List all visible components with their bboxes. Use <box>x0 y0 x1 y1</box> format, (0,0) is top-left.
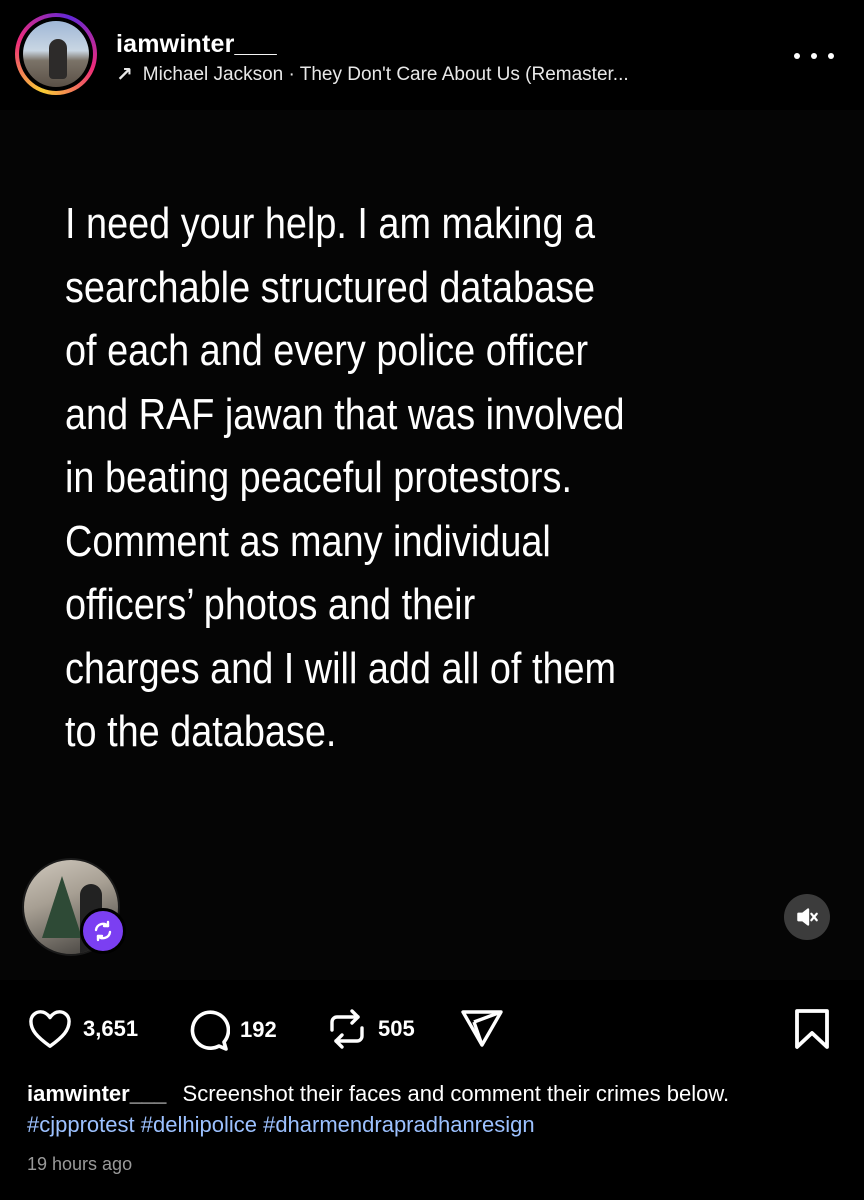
arrow-up-right-icon: ↗ <box>116 64 133 86</box>
post-text: I need your help. I am making a searchab… <box>65 192 719 764</box>
post-text-line: I need your help. I am making a <box>65 199 596 248</box>
music-title: Michael Jackson · They Don't Care About … <box>142 63 629 85</box>
post-username[interactable]: iamwinter___ <box>116 30 277 59</box>
comment-bubble-icon <box>190 1010 230 1051</box>
comment-button[interactable]: 192 <box>186 1008 277 1052</box>
post-text-line: searchable structured database <box>65 262 596 312</box>
send-icon <box>461 1010 503 1047</box>
mute-toggle-button[interactable] <box>784 894 830 940</box>
hashtag-link[interactable]: #dharmendrapradhanresign <box>263 1112 535 1137</box>
speaker-muted-icon <box>797 908 818 926</box>
caption-username[interactable]: iamwinter___ <box>27 1081 166 1106</box>
action-bar: 3,651 192 505 <box>0 990 864 1066</box>
hashtag-link[interactable]: #cjpprotest <box>27 1112 135 1137</box>
save-button[interactable] <box>792 1008 832 1050</box>
post-caption: iamwinter___ Screenshot their faces and … <box>27 1078 827 1140</box>
comment-count: 192 <box>240 1017 277 1042</box>
like-count: 3,651 <box>83 1016 139 1041</box>
more-options-button[interactable] <box>794 44 834 68</box>
post-text-line: Comment as many individual <box>65 516 551 566</box>
caption-text: Screenshot their faces and comment their… <box>182 1081 730 1106</box>
post-text-line: to the database. <box>65 707 337 756</box>
repost-icon <box>330 1009 364 1049</box>
post-header: iamwinter___ ↗ Michael Jackson · They Do… <box>0 0 864 110</box>
post-text-line: and RAF jawan that was involved <box>65 389 625 439</box>
repost-count: 505 <box>378 1016 415 1041</box>
music-link[interactable]: ↗ Michael Jackson · They Don't Care Abou… <box>116 62 629 87</box>
remix-icon[interactable] <box>80 908 126 954</box>
post-text-line: officers’ photos and their <box>65 580 476 629</box>
repost-button[interactable]: 505 <box>326 1008 415 1050</box>
post-text-line: of each and every police officer <box>65 326 589 375</box>
bookmark-icon <box>795 1009 829 1049</box>
share-button[interactable] <box>460 1008 504 1048</box>
like-button[interactable]: 3,651 <box>27 1008 138 1050</box>
story-ring[interactable] <box>15 13 97 95</box>
profile-avatar[interactable] <box>23 21 89 87</box>
hashtag-link[interactable]: #delhipolice <box>141 1112 257 1137</box>
heart-icon <box>29 1010 71 1048</box>
post-timestamp: 19 hours ago <box>27 1154 133 1174</box>
post-text-line: in beating peaceful protestors. <box>65 453 572 502</box>
post-text-line: charges and I will add all of them <box>65 643 617 693</box>
